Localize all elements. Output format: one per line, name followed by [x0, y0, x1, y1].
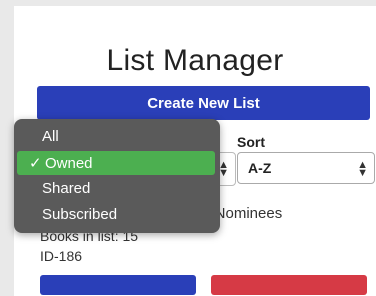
dropdown-option-shared[interactable]: Shared: [14, 176, 220, 200]
sort-value: A-Z: [248, 160, 272, 176]
check-icon: ✓: [29, 155, 42, 172]
dropdown-option-subscribed[interactable]: Subscribed: [14, 202, 220, 226]
list-id: ID-186: [40, 248, 83, 264]
sort-label: Sort: [237, 134, 265, 150]
sort-select[interactable]: A-Z ▲ ▼: [237, 152, 375, 184]
create-new-list-button[interactable]: Create New List: [37, 86, 370, 120]
filter-dropdown-menu: All ✓ Owned Shared Subscribed: [14, 119, 220, 233]
edit-list-button[interactable]: [40, 275, 196, 295]
page-title: List Manager: [106, 44, 284, 77]
select-arrows-icon: ▲ ▼: [357, 159, 368, 179]
delete-list-button[interactable]: [211, 275, 367, 295]
dropdown-option-owned[interactable]: ✓ Owned: [17, 151, 215, 175]
dropdown-option-all[interactable]: All: [14, 124, 220, 148]
